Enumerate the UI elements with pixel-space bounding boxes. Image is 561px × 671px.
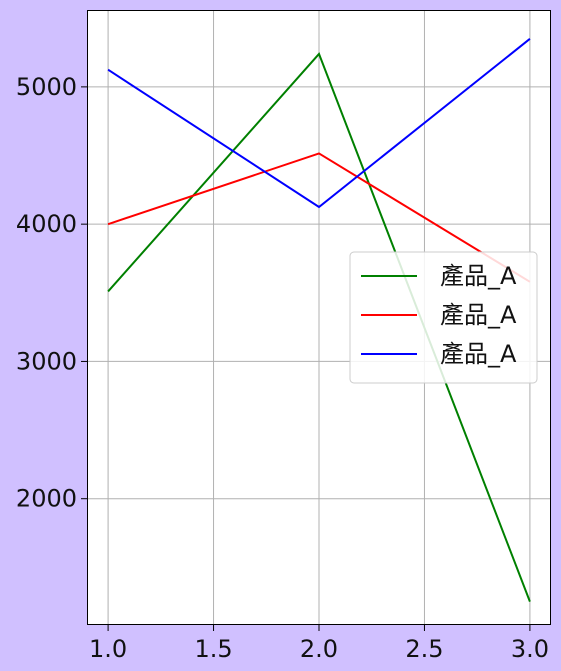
x-tick-label-4: 3.0 (511, 635, 549, 663)
x-tick-label-1: 1.5 (194, 635, 232, 663)
y-axis-ticks: 2000 3000 4000 5000 (16, 73, 87, 513)
legend-label-1: 產品_A (440, 301, 517, 329)
line-chart: 1.0 1.5 2.0 2.5 3.0 2000300040005000 產品_A產品_… (16, 10, 551, 663)
legend-label-2: 產品_A (440, 340, 517, 368)
y-tick-label-3: 5000 (16, 73, 77, 101)
x-tick-label-2: 2.0 (300, 635, 338, 663)
legend-label-0: 產品_A (440, 262, 517, 290)
y-tick-label-2: 4000 (16, 210, 77, 238)
y-tick-label-1: 3000 (16, 347, 77, 375)
y-tick-label-0: 2000 (16, 485, 77, 513)
legend: 產品_A 產品_A 產品_A (349, 251, 538, 384)
x-tick-label-0: 1.0 (89, 635, 127, 663)
x-tick-label-3: 2.5 (405, 635, 443, 663)
x-axis-ticks: 1.0 1.5 2.0 2.5 3.0 (89, 625, 549, 663)
